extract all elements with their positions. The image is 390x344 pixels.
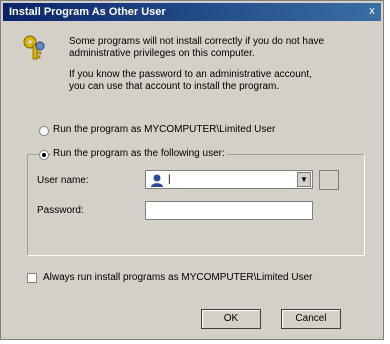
info-paragraph-2: If you know the password to an administr… (69, 69, 369, 93)
info-paragraph-1: Some programs will not install correctly… (69, 36, 369, 60)
username-value[interactable]: | (168, 174, 171, 185)
cancel-button[interactable]: Cancel (281, 309, 341, 329)
info-line-1: Some programs will not install correctly… (69, 36, 325, 47)
ok-button[interactable]: OK (201, 309, 261, 329)
always-run-label[interactable]: Always run install programs as MYCOMPUTE… (43, 272, 313, 283)
chevron-down-icon[interactable]: ▼ (297, 172, 311, 187)
radio-current-user[interactable] (39, 126, 49, 136)
radio-following-user[interactable] (39, 150, 49, 160)
browse-button[interactable] (319, 170, 339, 190)
always-run-checkbox[interactable] (27, 273, 37, 283)
password-label: Password: (37, 205, 84, 216)
username-label: User name: (37, 175, 89, 186)
radio-following-user-label[interactable]: Run the program as the following user: (51, 148, 227, 159)
install-as-user-dialog: Install Program As Other User x Some pro… (0, 0, 384, 340)
info-line-3: If you know the password to an administr… (69, 69, 312, 80)
radio-current-user-label[interactable]: Run the program as MYCOMPUTER\Limited Us… (53, 124, 275, 135)
user-icon (151, 174, 163, 187)
keys-icon (23, 35, 45, 60)
username-combobox[interactable]: | ▼ (145, 170, 313, 189)
password-field[interactable] (145, 201, 313, 220)
title-bar: Install Program As Other User x (3, 3, 381, 21)
close-button[interactable]: x (365, 5, 379, 18)
info-line-4: you can use that account to install the … (69, 81, 280, 92)
info-line-2: administrative privileges on this comput… (69, 48, 255, 59)
dialog-title: Install Program As Other User (9, 6, 166, 18)
